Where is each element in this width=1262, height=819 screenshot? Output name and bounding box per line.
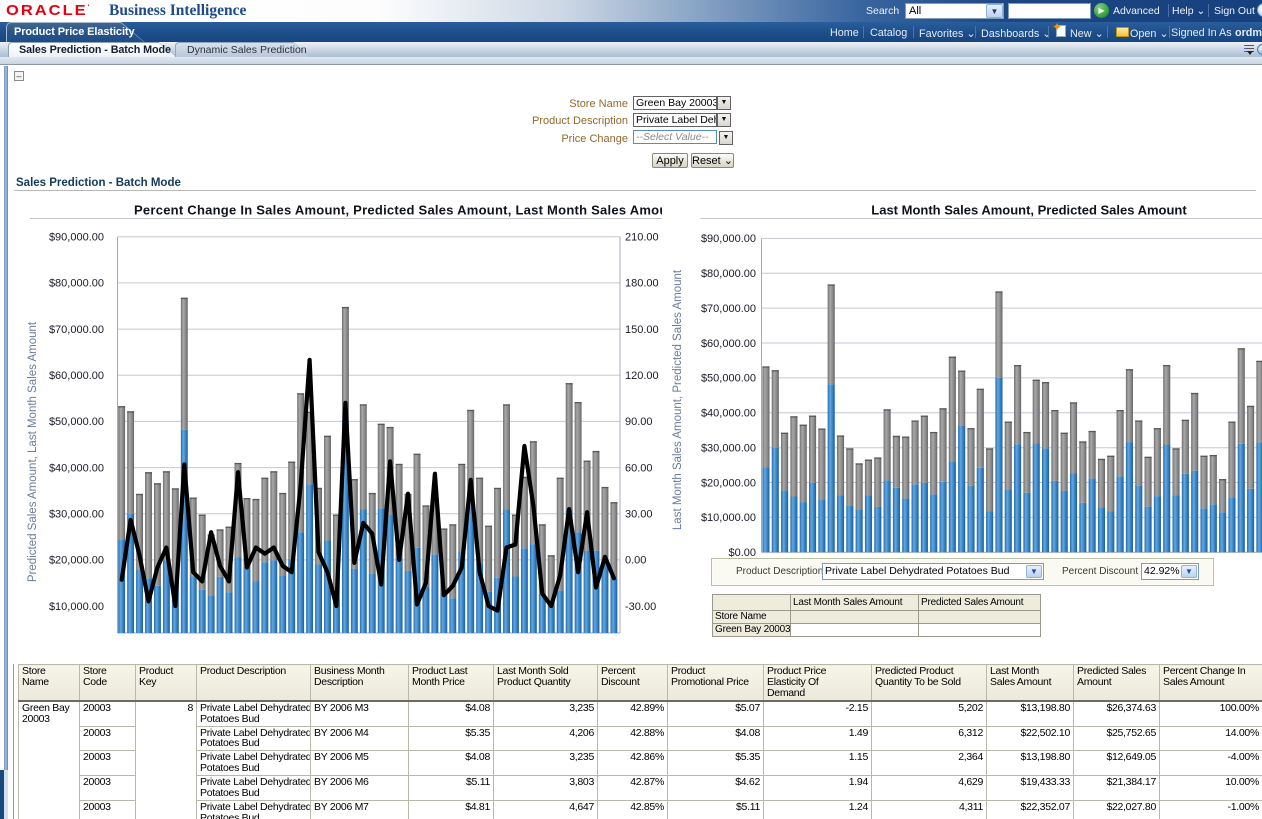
svg-text:$20,000.00: $20,000.00 <box>701 477 756 489</box>
svg-text:Last Month Sales Amount, Predi: Last Month Sales Amount, Predicted Sales… <box>871 203 1187 218</box>
svg-text:$70,000.00: $70,000.00 <box>701 303 756 315</box>
svg-text:Percent Change In Sales Amount: Percent Change In Sales Amount, Predicte… <box>134 203 662 218</box>
svg-text:$90,000.00: $90,000.00 <box>49 232 104 244</box>
svg-text:60.00: 60.00 <box>625 462 653 474</box>
svg-text:$30,000.00: $30,000.00 <box>49 509 104 521</box>
svg-text:$30,000.00: $30,000.00 <box>701 443 756 455</box>
svg-text:$20,000.00: $20,000.00 <box>49 555 104 567</box>
svg-text:$10,000.00: $10,000.00 <box>49 601 104 613</box>
svg-text:150.00: 150.00 <box>625 324 659 336</box>
svg-text:90.00: 90.00 <box>625 416 653 428</box>
svg-text:30.00: 30.00 <box>625 509 653 521</box>
svg-text:$50,000.00: $50,000.00 <box>49 416 104 428</box>
svg-text:$80,000.00: $80,000.00 <box>701 268 756 280</box>
svg-text:Last Month Sales Amount, Predi: Last Month Sales Amount, Predicted Sales… <box>672 269 684 530</box>
svg-text:$60,000.00: $60,000.00 <box>49 370 104 382</box>
svg-text:$50,000.00: $50,000.00 <box>701 373 756 385</box>
svg-text:$80,000.00: $80,000.00 <box>49 278 104 290</box>
svg-text:120.00: 120.00 <box>625 370 659 382</box>
svg-text:0.00: 0.00 <box>625 555 646 567</box>
svg-text:$0.00: $0.00 <box>728 547 756 557</box>
svg-text:180.00: 180.00 <box>625 278 659 290</box>
svg-text:$70,000.00: $70,000.00 <box>49 324 104 336</box>
svg-text:$90,000.00: $90,000.00 <box>701 233 756 245</box>
svg-text:210.00: 210.00 <box>625 232 659 244</box>
svg-text:-30.00: -30.00 <box>625 601 656 613</box>
svg-text:$40,000.00: $40,000.00 <box>49 462 104 474</box>
svg-text:$10,000.00: $10,000.00 <box>701 512 756 524</box>
svg-text:$60,000.00: $60,000.00 <box>701 338 756 350</box>
svg-text:Predicted Sales Amount, Last M: Predicted Sales Amount, Last Month Sales… <box>27 321 39 582</box>
svg-text:$40,000.00: $40,000.00 <box>701 408 756 420</box>
